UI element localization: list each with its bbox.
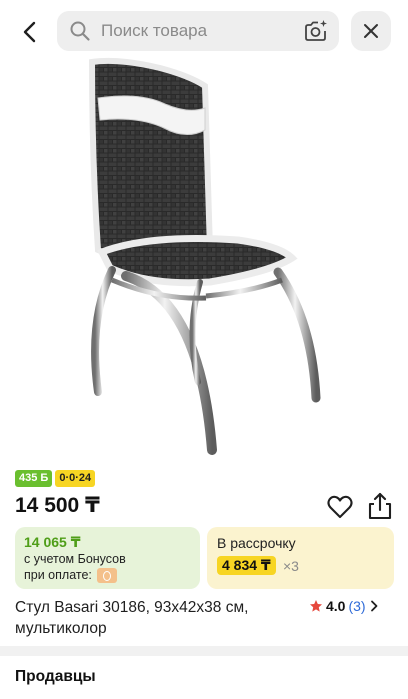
heart-icon[interactable] [326, 493, 354, 521]
bonus-note: с учетом Бонусов при оплате: [24, 551, 126, 584]
installment-amount: 4 834 ₸ [217, 556, 276, 575]
bonus-note-line2-row: при оплате: [24, 567, 126, 584]
top-bar [0, 0, 408, 62]
bonus-price-card[interactable]: 14 065 ₸ с учетом Бонусов при оплате: [15, 527, 200, 589]
section-divider [0, 646, 408, 656]
installment-card[interactable]: В рассрочку 4 834 ₸ ×3 [207, 527, 394, 589]
installment-title: В рассрочку [217, 535, 296, 551]
camera-icon[interactable] [303, 18, 329, 44]
close-icon [364, 24, 378, 38]
bonus-note-line1: с учетом Бонусов [24, 552, 126, 566]
rating-link[interactable]: 4.0 (3) [309, 598, 379, 614]
promo-badges: 435 Б 0·0·24 [15, 470, 96, 487]
bonus-note-line2: при оплате: [24, 568, 92, 582]
close-button[interactable] [351, 11, 391, 51]
rating-value: 4.0 [326, 598, 346, 614]
search-icon [70, 21, 90, 41]
back-button[interactable] [12, 14, 48, 50]
payment-method-icon [97, 568, 118, 584]
product-price: 14 500 ₸ [15, 494, 100, 517]
share-icon[interactable] [366, 491, 394, 521]
sellers-heading: Продавцы [15, 668, 96, 685]
product-image [88, 57, 321, 455]
search-input[interactable] [101, 11, 291, 51]
search-box[interactable] [57, 11, 339, 51]
product-title: Стул Basari 30186, 93х42х38 см, мультико… [15, 599, 249, 637]
installment-badge: 0·0·24 [55, 470, 96, 487]
back-arrow-icon [23, 21, 36, 43]
review-count: (3) [348, 598, 366, 614]
installment-multiplier: ×3 [283, 558, 299, 574]
bonus-price: 14 065 ₸ [24, 534, 81, 550]
bonus-badge: 435 Б [15, 470, 53, 487]
chevron-right-icon [370, 600, 377, 612]
product-image-gallery[interactable] [0, 55, 408, 460]
star-icon [310, 600, 322, 612]
